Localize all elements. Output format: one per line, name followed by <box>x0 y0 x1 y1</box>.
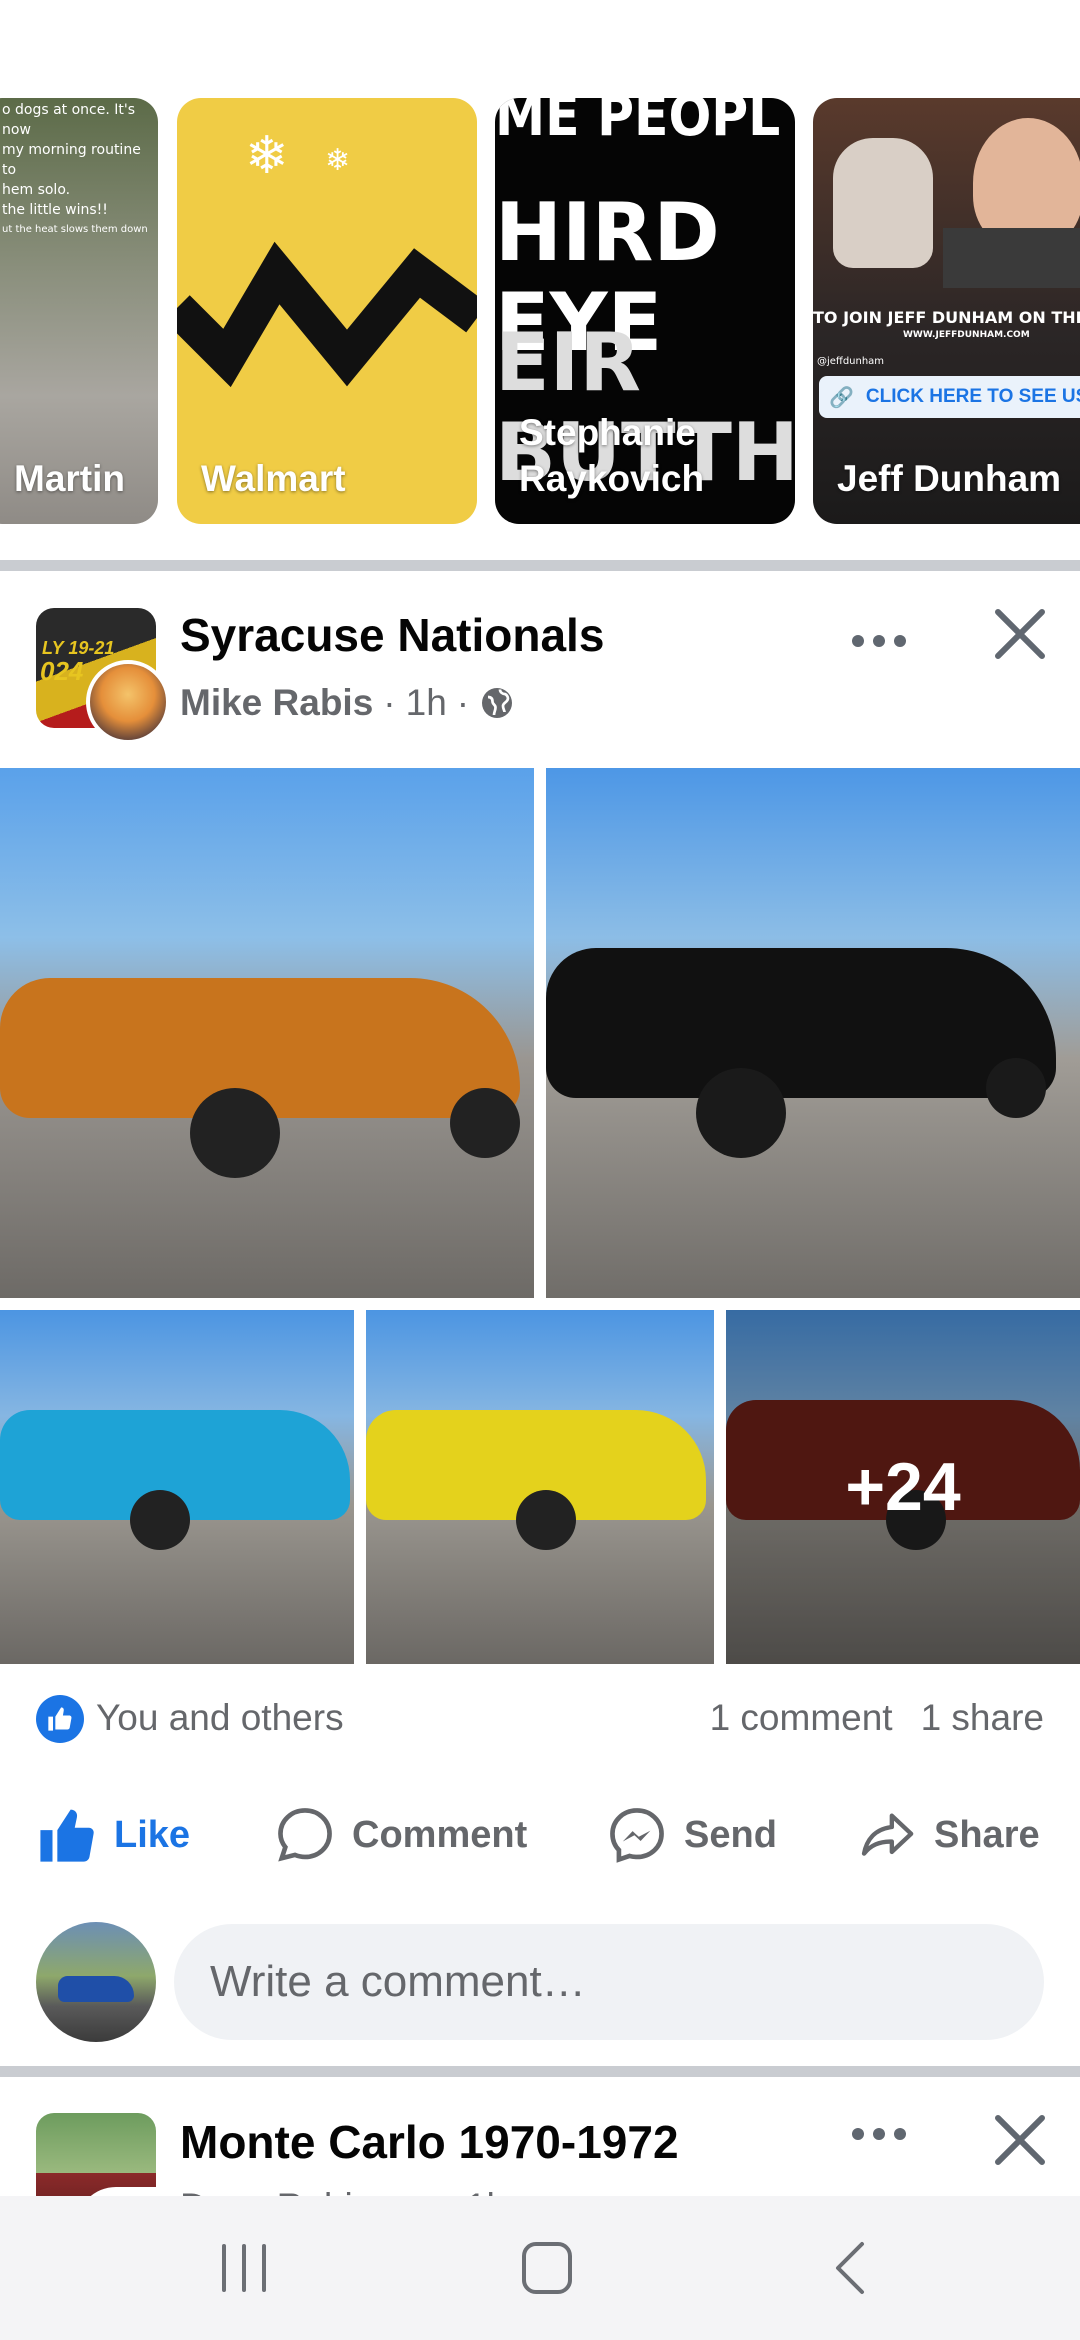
snowflake-icon: ❄ <box>245 127 289 185</box>
comment-icon <box>278 1808 332 1862</box>
snowflake-icon: ❄ <box>325 144 351 177</box>
meta-separator: · <box>383 682 396 723</box>
story-card-stephanie-raykovich[interactable]: ME PEOPL HIRD EYE EIR BUTTH Stephanie Ra… <box>495 98 795 524</box>
thumbs-up-icon <box>40 1809 94 1862</box>
link-sticker[interactable]: 🔗 CLICK HERE TO SEE US LIV <box>819 376 1080 418</box>
home-icon[interactable] <box>520 2238 574 2303</box>
car-wheel <box>516 1490 576 1550</box>
puppet-figure <box>833 138 933 268</box>
person-jacket <box>943 228 1080 288</box>
link-sticker-text: CLICK HERE TO SEE US LIV <box>865 386 1080 407</box>
like-reaction-icon <box>36 1695 84 1743</box>
feed-divider <box>0 2066 1080 2077</box>
globe-icon <box>482 688 513 718</box>
like-button[interactable]: Like <box>36 1800 190 1870</box>
post-time[interactable]: 1h <box>406 682 447 724</box>
share-icon <box>861 1813 914 1856</box>
more-icon[interactable] <box>850 612 908 662</box>
comment-button[interactable]: Comment <box>274 1800 527 1870</box>
shares-count[interactable]: 1 share <box>921 1697 1044 1739</box>
like-label: Like <box>114 1813 191 1856</box>
system-navigation-bar <box>0 2196 1080 2340</box>
car-wheel <box>130 1490 190 1550</box>
back-icon[interactable] <box>830 2240 870 2301</box>
car-wheel <box>190 1088 280 1178</box>
post-meta: Mike Rabis · 1h · <box>180 682 515 724</box>
story-author-name: Jeff Dunham <box>837 458 1062 499</box>
link-icon: 🔗 <box>829 386 854 409</box>
share-button[interactable]: Share <box>856 1800 1040 1870</box>
car-wheel <box>696 1068 786 1158</box>
story-author-name: Martin <box>14 458 125 499</box>
post-photo[interactable]: +24 <box>726 1310 1080 1664</box>
car-wheel <box>450 1088 520 1158</box>
story-text: ME PEOPL <box>495 98 781 149</box>
story-card-martin[interactable]: o dogs at once. It's now my morning rout… <box>0 98 158 524</box>
car-wheel <box>986 1058 1046 1118</box>
comment-label: Comment <box>352 1813 528 1856</box>
post-photo[interactable] <box>366 1310 714 1664</box>
post-author[interactable]: Mike Rabis <box>180 682 373 724</box>
story-text: TO JOIN JEFF DUNHAM ON THE R <box>813 308 1080 327</box>
comments-count[interactable]: 1 comment <box>710 1697 893 1739</box>
story-text: @jeffdunham <box>817 356 885 367</box>
post-page-name[interactable]: Syracuse Nationals <box>180 608 604 662</box>
story-card-jeff-dunham[interactable]: TO JOIN JEFF DUNHAM ON THE R WWW.JEFFDUN… <box>813 98 1080 524</box>
next-post-page-name[interactable]: Monte Carlo 1970-1972 <box>180 2115 679 2169</box>
story-author-name: Walmart <box>201 458 346 499</box>
stories-tray: o dogs at once. It's now my morning rout… <box>0 98 1080 528</box>
comment-input[interactable]: Write a comment… <box>174 1924 1044 2040</box>
story-author-name: Stephanie Raykovich <box>519 412 705 499</box>
comment-placeholder: Write a comment… <box>210 1957 586 2006</box>
post-photo[interactable] <box>0 768 534 1298</box>
post-photo[interactable] <box>546 768 1080 1298</box>
feed-divider <box>0 560 1080 571</box>
current-user-avatar[interactable] <box>36 1922 156 2042</box>
more-icon[interactable] <box>850 2124 908 2149</box>
story-text: WWW.JEFFDUNHAM.COM <box>903 330 1030 340</box>
recent-apps-icon[interactable] <box>218 2240 270 2301</box>
share-label: Share <box>934 1813 1040 1856</box>
post-photo[interactable] <box>0 1310 354 1664</box>
reactions-summary[interactable]: You and others <box>96 1697 344 1739</box>
send-label: Send <box>684 1813 777 1856</box>
story-text: o dogs at once. It's now my morning rout… <box>2 102 148 235</box>
engagement-counts: 1 comment 1 share <box>710 1697 1044 1739</box>
close-icon[interactable] <box>992 2112 1048 2173</box>
story-card-walmart[interactable]: ❄ ❄ Walmart <box>177 98 477 524</box>
send-button[interactable]: Send <box>606 1800 777 1870</box>
messenger-icon <box>610 1808 664 1863</box>
close-icon[interactable] <box>992 606 1048 662</box>
author-avatar[interactable] <box>86 660 170 744</box>
meta-separator: · <box>456 682 470 723</box>
more-photos-count[interactable]: +24 <box>726 1310 1080 1664</box>
car-body <box>546 948 1056 1098</box>
